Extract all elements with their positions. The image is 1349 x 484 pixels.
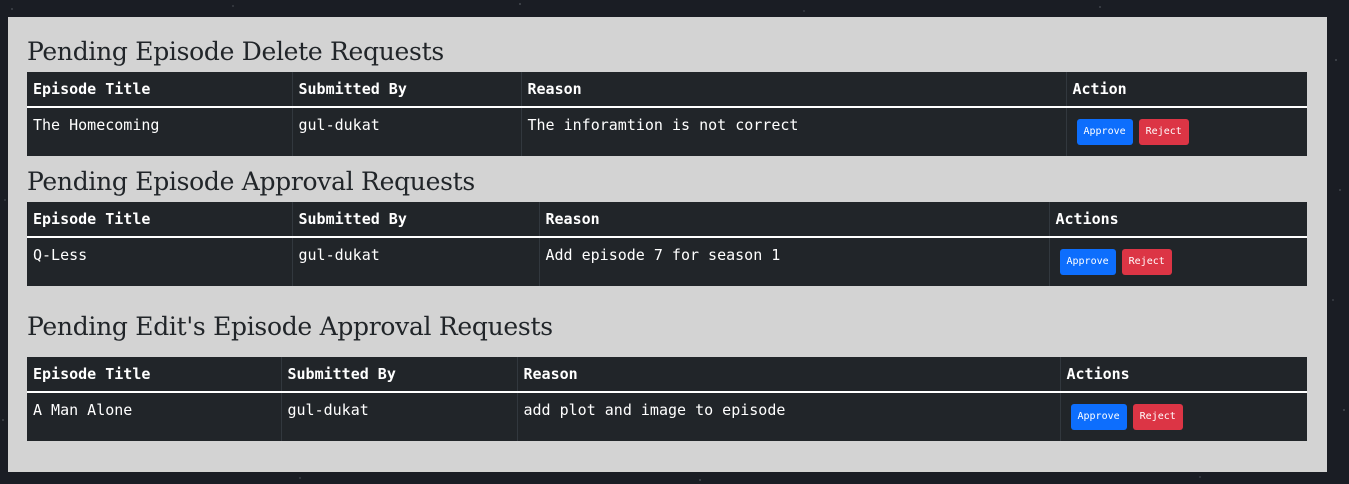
- approve-button[interactable]: Approve: [1059, 249, 1116, 275]
- column-header-episode-title: Episode Title: [27, 202, 293, 238]
- column-header-reason: Reason: [521, 72, 1067, 108]
- submitted-by-cell: gul-dukat: [281, 392, 518, 441]
- column-header-episode-title: Episode Title: [27, 72, 293, 108]
- reason-cell: The inforamtion is not correct: [521, 107, 1067, 156]
- action-cell: Approve Reject: [1049, 237, 1307, 286]
- approve-button[interactable]: Approve: [1070, 404, 1127, 430]
- reject-button[interactable]: Reject: [1132, 404, 1183, 430]
- table-row: The Homecoming gul-dukat The inforamtion…: [27, 107, 1307, 156]
- requests-panel: Pending Episode Delete Requests Episode …: [8, 17, 1327, 472]
- reason-cell: Add episode 7 for season 1: [539, 237, 1050, 286]
- approve-button[interactable]: Approve: [1076, 119, 1133, 145]
- episode-title-cell: The Homecoming: [27, 107, 293, 156]
- table-header-row: Episode Title Submitted By Reason Action…: [27, 357, 1307, 393]
- episode-title-cell: Q-Less: [27, 237, 293, 286]
- reason-cell: add plot and image to episode: [517, 392, 1061, 441]
- action-cell: Approve Reject: [1066, 107, 1307, 156]
- approval-requests-table: Episode Title Submitted By Reason Action…: [27, 202, 1307, 286]
- column-header-action: Action: [1066, 72, 1307, 108]
- approval-requests-heading: Pending Episode Approval Requests: [27, 167, 475, 196]
- submitted-by-cell: gul-dukat: [292, 107, 522, 156]
- column-header-submitted-by: Submitted By: [281, 357, 518, 393]
- action-cell: Approve Reject: [1060, 392, 1307, 441]
- edit-approval-requests-heading: Pending Edit's Episode Approval Requests: [27, 312, 553, 341]
- column-header-submitted-by: Submitted By: [292, 202, 540, 238]
- table-row: A Man Alone gul-dukat add plot and image…: [27, 392, 1307, 441]
- delete-requests-heading: Pending Episode Delete Requests: [27, 37, 444, 66]
- column-header-episode-title: Episode Title: [27, 357, 282, 393]
- delete-requests-table: Episode Title Submitted By Reason Action…: [27, 72, 1307, 156]
- table-header-row: Episode Title Submitted By Reason Action: [27, 72, 1307, 108]
- reject-button[interactable]: Reject: [1138, 119, 1189, 145]
- edit-approval-requests-table: Episode Title Submitted By Reason Action…: [27, 357, 1307, 441]
- column-header-reason: Reason: [517, 357, 1061, 393]
- column-header-reason: Reason: [539, 202, 1050, 238]
- column-header-actions: Actions: [1060, 357, 1307, 393]
- table-header-row: Episode Title Submitted By Reason Action…: [27, 202, 1307, 238]
- episode-title-cell: A Man Alone: [27, 392, 282, 441]
- submitted-by-cell: gul-dukat: [292, 237, 540, 286]
- table-row: Q-Less gul-dukat Add episode 7 for seaso…: [27, 237, 1307, 286]
- column-header-actions: Actions: [1049, 202, 1307, 238]
- column-header-submitted-by: Submitted By: [292, 72, 522, 108]
- reject-button[interactable]: Reject: [1121, 249, 1172, 275]
